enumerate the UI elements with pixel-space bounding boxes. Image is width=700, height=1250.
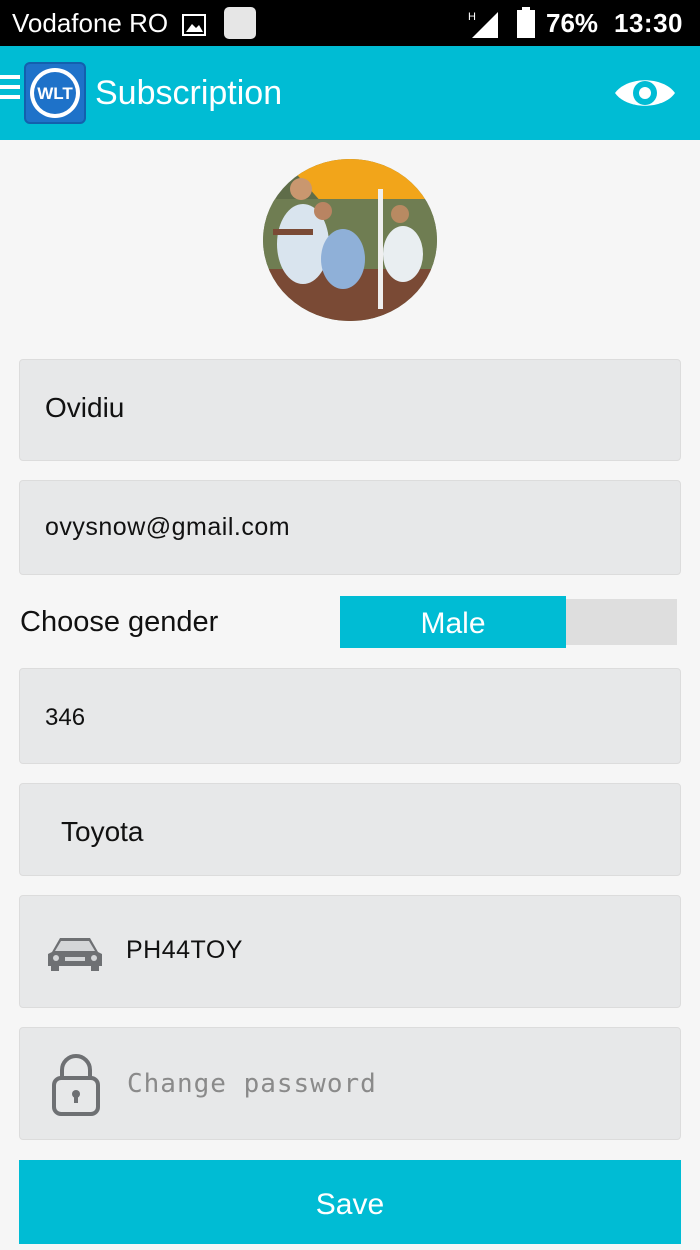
carrier-name: Vodafone RO: [12, 8, 169, 38]
status-bar: Vodafone RO H 76% 13:30: [0, 0, 700, 46]
lock-icon: [50, 1052, 102, 1121]
plate-field[interactable]: PH44TOY: [19, 895, 681, 1008]
email-value: ovysnow@gmail.com: [45, 513, 291, 541]
email-field[interactable]: ovysnow@gmail.com: [19, 480, 681, 575]
password-field[interactable]: Change password: [19, 1027, 681, 1140]
svg-text:H: H: [468, 11, 476, 23]
name-field[interactable]: Ovidiu: [19, 359, 681, 461]
battery-icon: [516, 7, 536, 46]
profile-avatar[interactable]: [263, 159, 437, 321]
gender-option-selected[interactable]: Male: [340, 596, 566, 648]
app-logo: WLT: [24, 62, 86, 124]
gender-option-unselected[interactable]: [566, 599, 677, 645]
gallery-notification-icon: [182, 12, 206, 43]
page-title: Subscription: [95, 74, 283, 112]
plate-value: PH44TOY: [126, 936, 243, 964]
gender-toggle[interactable]: Male: [340, 596, 677, 648]
car-brand-field[interactable]: Toyota: [19, 783, 681, 876]
app-bar: WLT Subscription: [0, 46, 700, 140]
svg-text:WLT: WLT: [37, 84, 73, 103]
save-button[interactable]: Save: [19, 1160, 681, 1244]
password-placeholder: Change password: [127, 1069, 377, 1099]
signal-icon: H: [468, 8, 500, 45]
app-notification-icon: [224, 7, 256, 39]
menu-icon[interactable]: [0, 75, 22, 105]
battery-level: 76%: [546, 8, 599, 38]
gender-label: Choose gender: [20, 606, 219, 638]
name-value: Ovidiu: [45, 392, 125, 423]
number-value: 346: [45, 704, 86, 731]
car-brand-value: Toyota: [61, 816, 144, 847]
clock: 13:30: [614, 8, 683, 38]
car-icon: [46, 932, 104, 977]
eye-icon[interactable]: [613, 74, 677, 117]
number-field[interactable]: 346: [19, 668, 681, 764]
